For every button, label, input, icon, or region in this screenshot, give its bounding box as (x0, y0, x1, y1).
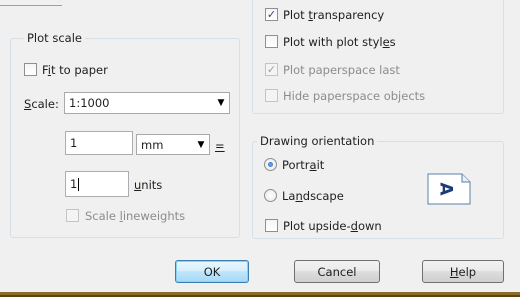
drawing-orientation-title: Drawing orientation (257, 134, 378, 148)
fit-to-paper-label[interactable]: Fit to paper (42, 63, 108, 77)
plot-with-plot-styles-checkbox[interactable] (265, 35, 278, 48)
scale-label: Scale: (24, 97, 59, 111)
plot-paperspace-last-checkbox[interactable]: ✓ (265, 63, 278, 76)
drawing-units-label: units (134, 178, 163, 192)
page-orientation-icon: A (427, 173, 471, 205)
scale-dropdown[interactable]: 1:1000 ▼ (64, 92, 230, 114)
portrait-label[interactable]: Portrait (282, 158, 324, 172)
bottom-strip (0, 297, 520, 304)
plot-paperspace-last-label[interactable]: Plot paperspace last (283, 63, 400, 77)
hide-paperspace-objects-label[interactable]: Hide paperspace objects (283, 89, 425, 103)
scale-lineweights-label[interactable]: Scale lineweights (85, 209, 185, 223)
ok-button[interactable]: OK (175, 260, 249, 283)
hide-paperspace-objects-checkbox[interactable] (265, 89, 278, 102)
help-button[interactable]: Help (422, 260, 504, 283)
chevron-down-icon: ▼ (217, 98, 225, 108)
units-value: mm (141, 137, 164, 152)
plot-upside-down-checkbox[interactable] (265, 219, 278, 232)
scale-lineweights-checkbox[interactable] (66, 209, 79, 222)
landscape-radio[interactable] (264, 189, 277, 202)
scale-value: 1:1000 (69, 96, 110, 110)
portrait-radio[interactable] (264, 158, 277, 171)
cancel-button[interactable]: Cancel (294, 260, 380, 283)
plot-with-plot-styles-label[interactable]: Plot with plot styles (283, 35, 396, 49)
units-dropdown[interactable]: mm ▼ (136, 134, 210, 155)
drawing-units-input[interactable]: 1 (65, 171, 129, 197)
plot-transparency-label[interactable]: Plot transparency (283, 8, 384, 22)
plot-transparency-checkbox[interactable]: ✓ (265, 8, 278, 21)
plot-scale-title: Plot scale (24, 31, 85, 45)
equals-sign: = (215, 139, 225, 153)
page-orientation-letter: A (435, 182, 456, 196)
plot-upside-down-label[interactable]: Plot upside-down (283, 219, 382, 233)
text-caret (78, 177, 80, 191)
top-tab-remnant (0, 0, 62, 6)
paper-units-input[interactable]: 1 (65, 131, 133, 155)
chevron-down-icon: ▼ (197, 139, 205, 150)
landscape-label[interactable]: Landscape (282, 189, 344, 203)
fit-to-paper-checkbox[interactable] (24, 63, 37, 76)
